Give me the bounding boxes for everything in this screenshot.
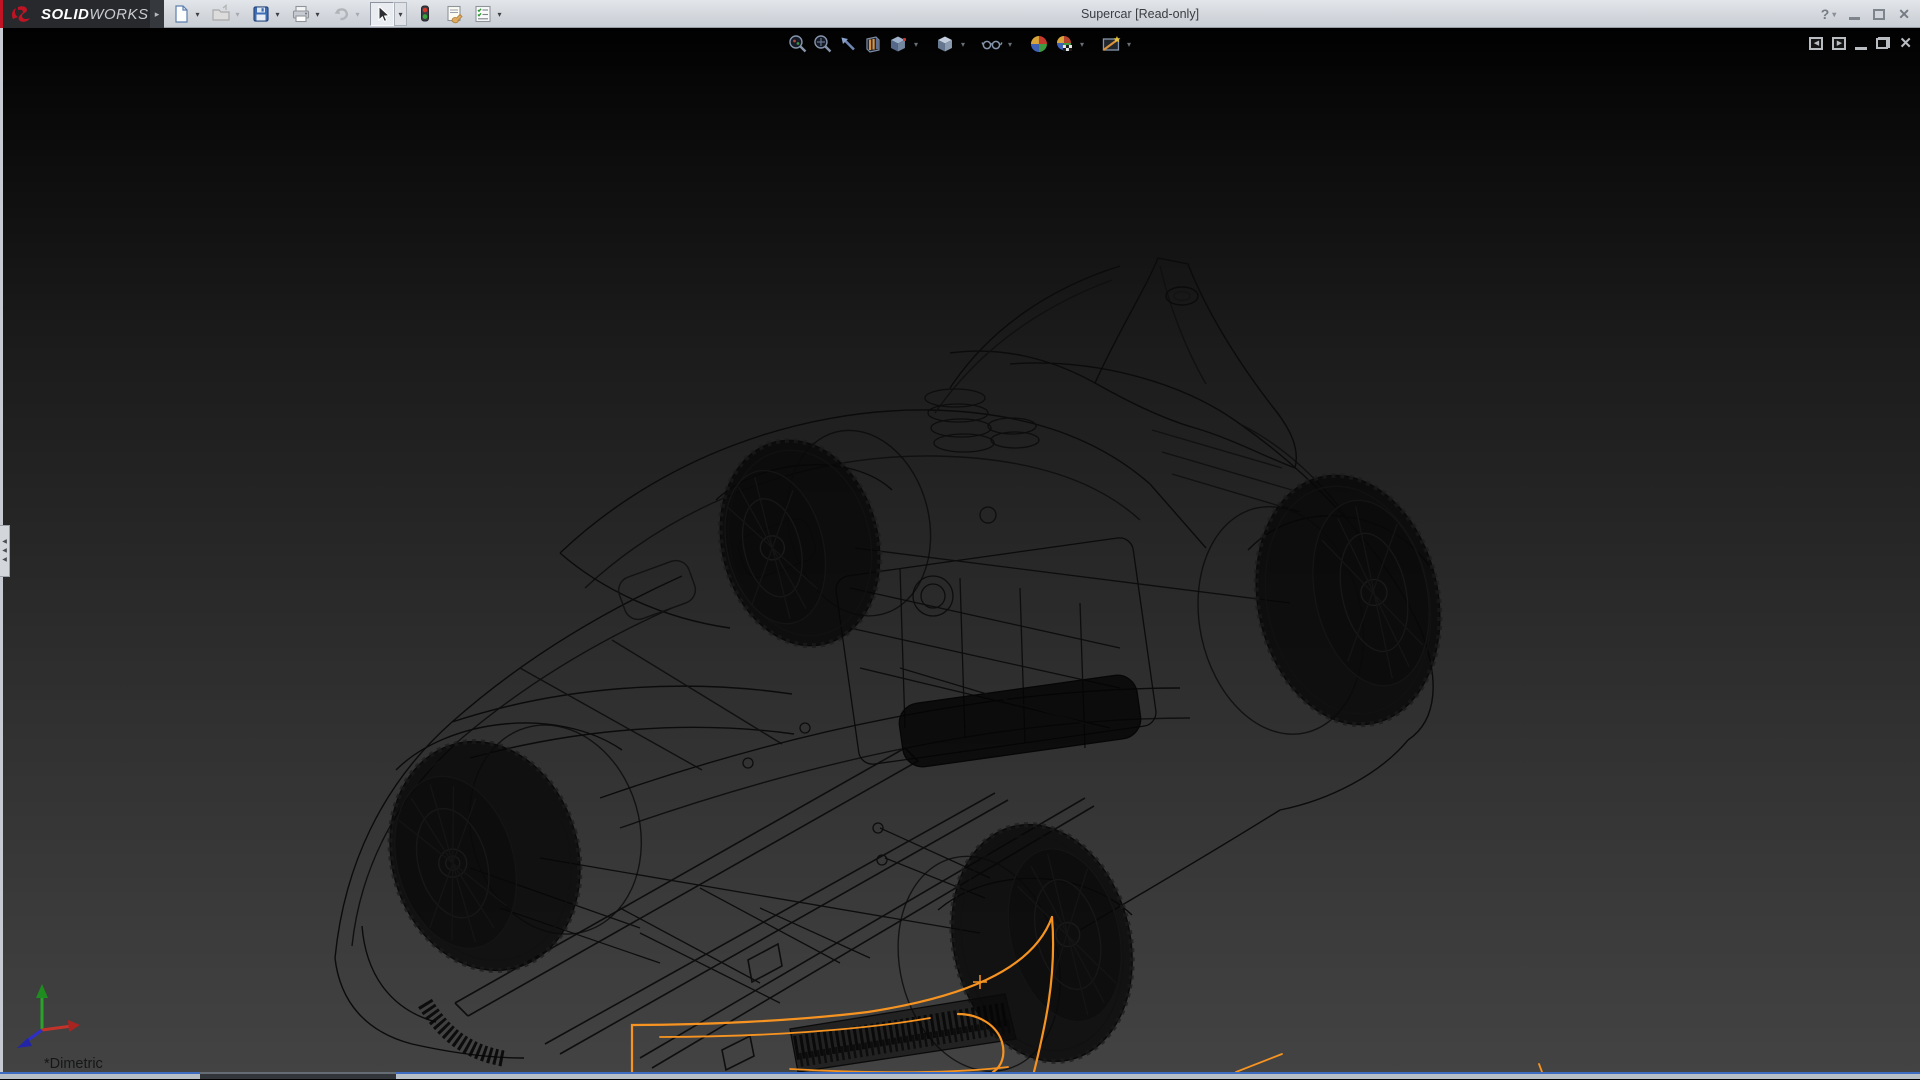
view-settings-dropdown-arrow[interactable]: ▾ — [1125, 40, 1133, 49]
print-button[interactable] — [290, 2, 312, 26]
zoom-to-area-button[interactable] — [812, 33, 834, 55]
hide-show-dropdown-arrow[interactable]: ▾ — [1006, 40, 1014, 49]
apply-scene-icon — [1054, 34, 1074, 54]
eyeglasses-icon — [981, 34, 1003, 54]
display-style-dropdown-arrow[interactable]: ▾ — [959, 40, 967, 49]
print-icon — [291, 4, 311, 24]
view-settings-button[interactable] — [1100, 33, 1122, 55]
reference-triad — [8, 980, 88, 1060]
close-icon: ✕ — [1898, 6, 1910, 23]
doc-restore-button[interactable] — [1876, 37, 1890, 49]
view-orientation-button[interactable] — [887, 33, 909, 55]
front-grille-mesh — [425, 1003, 506, 1059]
rebuild-button[interactable] — [414, 2, 436, 26]
open-dropdown-arrow[interactable]: ▾ — [232, 10, 243, 19]
new-document-icon — [171, 4, 191, 24]
document-window-controls: ◀ ▶ ✕ — [1809, 34, 1912, 52]
doc-restore-icon — [1876, 37, 1890, 49]
menu-expand-button[interactable]: ▸ — [150, 0, 164, 28]
undo-icon — [331, 4, 351, 24]
wordmark-works: WORKS — [89, 6, 148, 23]
app-minimize-button[interactable] — [1849, 9, 1860, 20]
edit-appearance-button[interactable] — [1028, 33, 1050, 55]
print-dropdown-arrow[interactable]: ▾ — [312, 10, 323, 19]
os-taskbar[interactable] — [0, 1072, 1920, 1079]
wordmark-solid: SOLID — [41, 6, 89, 23]
open-document-button[interactable] — [210, 2, 232, 26]
doc-minimize-button[interactable] — [1855, 37, 1867, 50]
rebuild-traffic-light-icon — [415, 4, 435, 24]
feature-manager-splitter-tab[interactable]: ◀ ◀ ◀ — [0, 525, 10, 577]
restore-icon — [1873, 9, 1885, 20]
save-dropdown-arrow[interactable]: ▾ — [272, 10, 283, 19]
options-dropdown-arrow[interactable]: ▾ — [494, 10, 505, 19]
section-view-icon — [863, 34, 883, 54]
splitter-arrow-icon: ◀ — [2, 548, 7, 554]
display-style-button[interactable] — [934, 33, 956, 55]
zoom-to-fit-button[interactable] — [787, 33, 809, 55]
zoom-to-area-icon — [813, 34, 833, 54]
apply-scene-button[interactable] — [1053, 33, 1075, 55]
view-settings-icon — [1101, 34, 1121, 54]
save-button[interactable] — [250, 2, 272, 26]
graphics-viewport[interactable]: ▾ ▾ ▾ — [0, 28, 1920, 1072]
app-window-controls: ? ▾ ✕ — [1821, 0, 1910, 28]
solidworks-logo: SOLIDWORKS — [0, 0, 150, 28]
brand-red-accent — [0, 0, 3, 28]
rear-left-wheel — [699, 410, 953, 663]
minimize-icon — [1849, 17, 1860, 20]
doc-close-button[interactable]: ✕ — [1899, 34, 1912, 52]
options-button[interactable] — [472, 2, 494, 26]
open-folder-icon — [211, 4, 231, 24]
window-title: Supercar [Read-only] — [1081, 7, 1199, 21]
pane-left-button[interactable]: ◀ — [1809, 37, 1823, 50]
apply-scene-dropdown-arrow[interactable]: ▾ — [1078, 40, 1086, 49]
splitter-arrow-icon: ◀ — [2, 557, 7, 563]
pane-right-button[interactable]: ▶ — [1832, 37, 1846, 50]
splitter-arrow-icon: ◀ — [2, 539, 7, 545]
undo-button[interactable] — [330, 2, 352, 26]
help-button[interactable]: ? ▾ — [1821, 6, 1837, 22]
view-orientation-label: *Dimetric — [44, 1056, 103, 1072]
appearance-ball-icon — [1029, 34, 1049, 54]
previous-view-button[interactable] — [837, 33, 859, 55]
titlebar: SOLIDWORKS ▸ ▾ ▾ — [0, 0, 1920, 28]
file-properties-button[interactable] — [443, 2, 465, 26]
select-dropdown-arrow[interactable]: ▾ — [394, 2, 407, 26]
solidworks-window: SOLIDWORKS ▸ ▾ ▾ — [0, 0, 1920, 1080]
doc-minimize-icon — [1855, 47, 1867, 50]
headsup-view-toolbar: ▾ ▾ ▾ — [787, 33, 1133, 55]
display-style-cube-icon — [935, 34, 955, 54]
hide-show-items-button[interactable] — [981, 33, 1003, 55]
wireframe-car-model[interactable] — [0, 28, 1920, 1072]
solidworks-logo-icon — [10, 4, 36, 24]
undo-dropdown-arrow[interactable]: ▾ — [352, 10, 363, 19]
help-icon: ? — [1821, 6, 1830, 22]
select-tool-button[interactable] — [370, 2, 394, 26]
select-cursor-icon — [372, 4, 392, 24]
help-dropdown-arrow[interactable]: ▾ — [1832, 10, 1836, 19]
file-properties-icon — [444, 4, 464, 24]
app-close-button[interactable]: ✕ — [1898, 6, 1910, 23]
app-restore-button[interactable] — [1873, 9, 1885, 20]
front-left-wheel — [364, 701, 670, 993]
solidworks-wordmark: SOLIDWORKS — [41, 6, 149, 23]
previous-view-icon — [838, 34, 858, 54]
taskbar-active-app-button[interactable] — [200, 1072, 396, 1079]
view-orientation-cube-icon — [888, 34, 908, 54]
main-toolbar: ▾ ▾ ▾ — [170, 0, 505, 28]
save-floppy-icon — [251, 4, 271, 24]
rear-right-wheel — [1174, 458, 1462, 755]
new-document-button[interactable] — [170, 2, 192, 26]
zoom-to-fit-icon — [788, 34, 808, 54]
view-orientation-dropdown-arrow[interactable]: ▾ — [912, 40, 920, 49]
options-checklist-icon — [473, 4, 493, 24]
section-view-button[interactable] — [862, 33, 884, 55]
new-dropdown-arrow[interactable]: ▾ — [192, 10, 203, 19]
